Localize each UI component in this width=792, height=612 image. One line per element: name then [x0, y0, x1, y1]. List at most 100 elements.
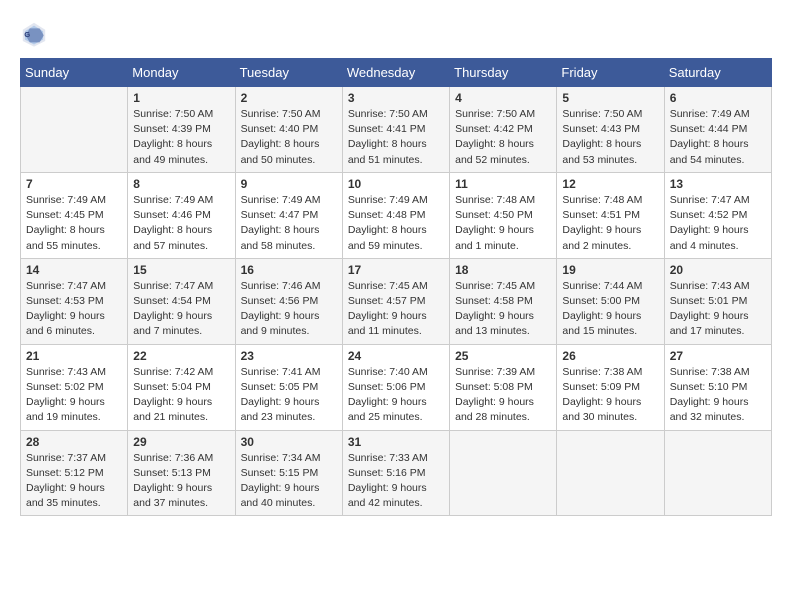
day-info: Sunrise: 7:50 AMSunset: 4:43 PMDaylight:… — [562, 107, 658, 168]
day-number: 28 — [26, 435, 122, 449]
calendar-week-5: 28 Sunrise: 7:37 AMSunset: 5:12 PMDayligh… — [21, 430, 772, 516]
calendar-cell: 18Sunrise: 7:45 AMSunset: 4:58 PMDayligh… — [450, 258, 557, 344]
calendar-cell: 17Sunrise: 7:45 AMSunset: 4:57 PMDayligh… — [342, 258, 449, 344]
calendar-cell — [664, 430, 771, 516]
day-info: Sunrise: 7:49 AMSunset: 4:44 PMDaylight:… — [670, 107, 766, 168]
day-info: Sunrise: 7:50 AMSunset: 4:42 PMDaylight:… — [455, 107, 551, 168]
day-info: Sunrise: 7:50 AMSunset: 4:40 PMDaylight:… — [241, 107, 337, 168]
day-number: 24 — [348, 349, 444, 363]
weekday-header-wednesday: Wednesday — [342, 59, 449, 87]
day-number: 10 — [348, 177, 444, 191]
weekday-header-tuesday: Tuesday — [235, 59, 342, 87]
calendar-cell: 25 Sunrise: 7:39 AMSunset: 5:08 PMDayligh… — [450, 344, 557, 430]
calendar-cell: 15 Sunrise: 7:47 AMSunset: 4:54 PMDayligh… — [128, 258, 235, 344]
calendar-cell: 19 Sunrise: 7:44 AMSunset: 5:00 PMDayligh… — [557, 258, 664, 344]
day-number: 25 — [455, 349, 551, 363]
calendar-cell: 26Sunrise: 7:38 AMSunset: 5:09 PMDayligh… — [557, 344, 664, 430]
day-number: 29 — [133, 435, 229, 449]
calendar-cell: 23Sunrise: 7:41 AMSunset: 5:05 PMDayligh… — [235, 344, 342, 430]
day-number: 9 — [241, 177, 337, 191]
calendar-cell: 3 Sunrise: 7:50 AMSunset: 4:41 PMDaylight… — [342, 87, 449, 173]
calendar-cell: 1Sunrise: 7:50 AMSunset: 4:39 PMDaylight… — [128, 87, 235, 173]
day-number: 30 — [241, 435, 337, 449]
calendar-cell: 5 Sunrise: 7:50 AMSunset: 4:43 PMDaylight… — [557, 87, 664, 173]
day-info: Sunrise: 7:34 AMSunset: 5:15 PMDaylight:… — [241, 451, 337, 512]
day-number: 1 — [133, 91, 229, 105]
logo-icon: G — [20, 20, 48, 48]
calendar-week-1: 1Sunrise: 7:50 AMSunset: 4:39 PMDaylight… — [21, 87, 772, 173]
calendar-cell: 16 Sunrise: 7:46 AMSunset: 4:56 PMDayligh… — [235, 258, 342, 344]
day-number: 27 — [670, 349, 766, 363]
calendar-cell — [557, 430, 664, 516]
day-info: Sunrise: 7:49 AMSunset: 4:46 PMDaylight:… — [133, 193, 229, 254]
day-info: Sunrise: 7:37 AMSunset: 5:12 PMDaylight:… — [26, 451, 122, 512]
weekday-header-monday: Monday — [128, 59, 235, 87]
calendar-cell: 30 Sunrise: 7:34 AMSunset: 5:15 PMDayligh… — [235, 430, 342, 516]
weekday-header-sunday: Sunday — [21, 59, 128, 87]
calendar-cell: 28 Sunrise: 7:37 AMSunset: 5:12 PMDayligh… — [21, 430, 128, 516]
calendar-cell: 7Sunrise: 7:49 AMSunset: 4:45 PMDaylight… — [21, 172, 128, 258]
day-info: Sunrise: 7:47 AMSunset: 4:53 PMDaylight:… — [26, 279, 122, 340]
day-number: 11 — [455, 177, 551, 191]
calendar-cell: 29 Sunrise: 7:36 AMSunset: 5:13 PMDayligh… — [128, 430, 235, 516]
day-number: 6 — [670, 91, 766, 105]
day-info: Sunrise: 7:50 AMSunset: 4:41 PMDaylight:… — [348, 107, 444, 168]
day-number: 5 — [562, 91, 658, 105]
svg-text:G: G — [24, 30, 30, 39]
day-info: Sunrise: 7:40 AMSunset: 5:06 PMDaylight:… — [348, 365, 444, 426]
day-info: Sunrise: 7:46 AMSunset: 4:56 PMDaylight:… — [241, 279, 337, 340]
day-number: 15 — [133, 263, 229, 277]
calendar-cell — [21, 87, 128, 173]
weekday-header-friday: Friday — [557, 59, 664, 87]
day-number: 12 — [562, 177, 658, 191]
day-info: Sunrise: 7:39 AMSunset: 5:08 PMDaylight:… — [455, 365, 551, 426]
day-info: Sunrise: 7:36 AMSunset: 5:13 PMDaylight:… — [133, 451, 229, 512]
day-number: 17 — [348, 263, 444, 277]
calendar-cell: 22 Sunrise: 7:42 AMSunset: 5:04 PMDayligh… — [128, 344, 235, 430]
day-info: Sunrise: 7:38 AMSunset: 5:10 PMDaylight:… — [670, 365, 766, 426]
day-number: 3 — [348, 91, 444, 105]
calendar-header-row: SundayMondayTuesdayWednesdayThursdayFrid… — [21, 59, 772, 87]
calendar-week-2: 7Sunrise: 7:49 AMSunset: 4:45 PMDaylight… — [21, 172, 772, 258]
calendar-week-3: 14 Sunrise: 7:47 AMSunset: 4:53 PMDayligh… — [21, 258, 772, 344]
calendar-cell: 10 Sunrise: 7:49 AMSunset: 4:48 PMDayligh… — [342, 172, 449, 258]
calendar-cell: 13Sunrise: 7:47 AMSunset: 4:52 PMDayligh… — [664, 172, 771, 258]
day-number: 16 — [241, 263, 337, 277]
calendar-cell: 27 Sunrise: 7:38 AMSunset: 5:10 PMDayligh… — [664, 344, 771, 430]
calendar-cell: 6 Sunrise: 7:49 AMSunset: 4:44 PMDaylight… — [664, 87, 771, 173]
weekday-header-saturday: Saturday — [664, 59, 771, 87]
calendar-week-4: 21Sunrise: 7:43 AMSunset: 5:02 PMDayligh… — [21, 344, 772, 430]
day-info: Sunrise: 7:44 AMSunset: 5:00 PMDaylight:… — [562, 279, 658, 340]
weekday-header-thursday: Thursday — [450, 59, 557, 87]
day-info: Sunrise: 7:45 AMSunset: 4:58 PMDaylight:… — [455, 279, 551, 340]
calendar-cell: 9 Sunrise: 7:49 AMSunset: 4:47 PMDaylight… — [235, 172, 342, 258]
day-info: Sunrise: 7:43 AMSunset: 5:02 PMDaylight:… — [26, 365, 122, 426]
calendar-cell — [450, 430, 557, 516]
calendar-cell: 8 Sunrise: 7:49 AMSunset: 4:46 PMDaylight… — [128, 172, 235, 258]
calendar-cell: 14 Sunrise: 7:47 AMSunset: 4:53 PMDayligh… — [21, 258, 128, 344]
day-number: 31 — [348, 435, 444, 449]
day-info: Sunrise: 7:47 AMSunset: 4:54 PMDaylight:… — [133, 279, 229, 340]
day-number: 19 — [562, 263, 658, 277]
day-number: 8 — [133, 177, 229, 191]
day-info: Sunrise: 7:38 AMSunset: 5:09 PMDaylight:… — [562, 365, 658, 426]
day-info: Sunrise: 7:49 AMSunset: 4:48 PMDaylight:… — [348, 193, 444, 254]
calendar-cell: 11 Sunrise: 7:48 AMSunset: 4:50 PMDayligh… — [450, 172, 557, 258]
day-info: Sunrise: 7:49 AMSunset: 4:47 PMDaylight:… — [241, 193, 337, 254]
day-number: 4 — [455, 91, 551, 105]
calendar-cell: 20Sunrise: 7:43 AMSunset: 5:01 PMDayligh… — [664, 258, 771, 344]
day-number: 7 — [26, 177, 122, 191]
day-info: Sunrise: 7:41 AMSunset: 5:05 PMDaylight:… — [241, 365, 337, 426]
day-number: 20 — [670, 263, 766, 277]
day-info: Sunrise: 7:48 AMSunset: 4:50 PMDaylight:… — [455, 193, 551, 254]
calendar-body: 1Sunrise: 7:50 AMSunset: 4:39 PMDaylight… — [21, 87, 772, 516]
logo: G — [20, 20, 52, 48]
day-info: Sunrise: 7:42 AMSunset: 5:04 PMDaylight:… — [133, 365, 229, 426]
calendar-table: SundayMondayTuesdayWednesdayThursdayFrid… — [20, 58, 772, 516]
day-info: Sunrise: 7:48 AMSunset: 4:51 PMDaylight:… — [562, 193, 658, 254]
calendar-cell: 4 Sunrise: 7:50 AMSunset: 4:42 PMDaylight… — [450, 87, 557, 173]
calendar-cell: 24 Sunrise: 7:40 AMSunset: 5:06 PMDayligh… — [342, 344, 449, 430]
day-number: 14 — [26, 263, 122, 277]
calendar-cell: 12 Sunrise: 7:48 AMSunset: 4:51 PMDayligh… — [557, 172, 664, 258]
day-number: 22 — [133, 349, 229, 363]
